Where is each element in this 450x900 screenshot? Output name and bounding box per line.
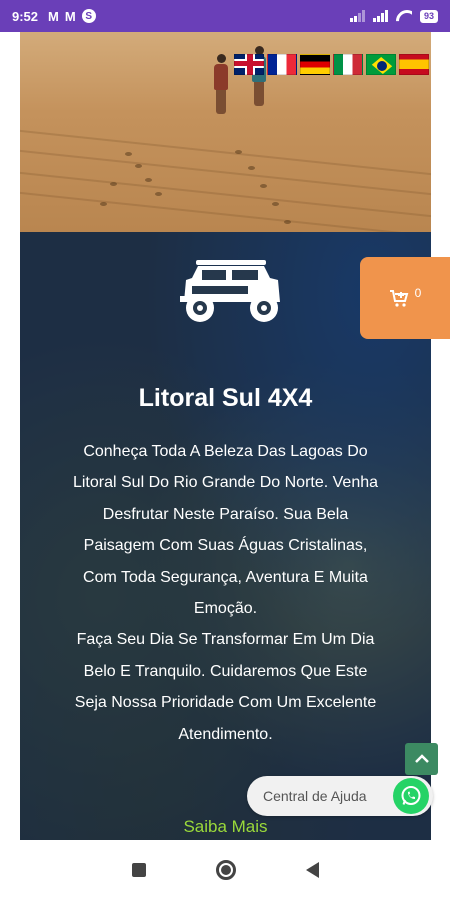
status-bar: 9:52 M M S 93	[0, 0, 450, 32]
gmail-notification-icon: M	[48, 8, 59, 24]
walking-person	[214, 54, 228, 114]
signal-icon	[349, 10, 365, 22]
jeep-icon	[180, 260, 280, 322]
battery-icon: 93	[419, 9, 438, 23]
cart-plus-icon	[389, 290, 408, 307]
home-icon[interactable]	[215, 860, 236, 880]
description-paragraph: Faça Seu Dia Se Transformar Em Um Dia Be…	[74, 631, 377, 743]
cart-button[interactable]: 0	[360, 257, 450, 339]
system-navigation-bar	[0, 840, 450, 900]
whatsapp-icon[interactable]	[393, 778, 429, 814]
description-paragraph: Conheça Toda A Beleza Das Lagoas Do Lito…	[72, 443, 379, 618]
recents-icon[interactable]	[131, 863, 146, 877]
notification-icons: M M S	[48, 9, 96, 24]
english-flag-icon[interactable]	[234, 54, 264, 75]
german-flag-icon[interactable]	[300, 54, 330, 75]
help-center-label: Central de Ajuda	[263, 788, 367, 804]
brazilian-flag-icon[interactable]	[366, 54, 396, 75]
status-time: 9:52	[12, 8, 39, 24]
wifi-icon	[396, 10, 412, 22]
app-notification-icon: S	[81, 9, 96, 23]
french-flag-icon[interactable]	[267, 54, 297, 75]
cart-count: 0	[414, 286, 422, 300]
italian-flag-icon[interactable]	[333, 54, 363, 75]
spanish-flag-icon[interactable]	[399, 54, 429, 75]
intro-description: Conheça Toda A Beleza Das Lagoas Do Lito…	[70, 436, 381, 750]
back-icon[interactable]	[305, 862, 319, 878]
gmail-notification-icon: M	[64, 8, 76, 24]
help-center-widget[interactable]: Central de Ajuda	[247, 776, 433, 816]
web-page: Litoral Sul 4X4 Conheça Toda A Beleza Da…	[20, 32, 431, 840]
page-title: Litoral Sul 4X4	[138, 384, 313, 412]
scroll-top-button[interactable]	[405, 743, 438, 775]
saiba-mais-link[interactable]: Saiba Mais	[20, 817, 431, 837]
language-selector	[234, 54, 429, 75]
signal-icon	[372, 10, 388, 22]
hero-image	[20, 32, 431, 232]
chevron-up-icon	[414, 754, 429, 763]
